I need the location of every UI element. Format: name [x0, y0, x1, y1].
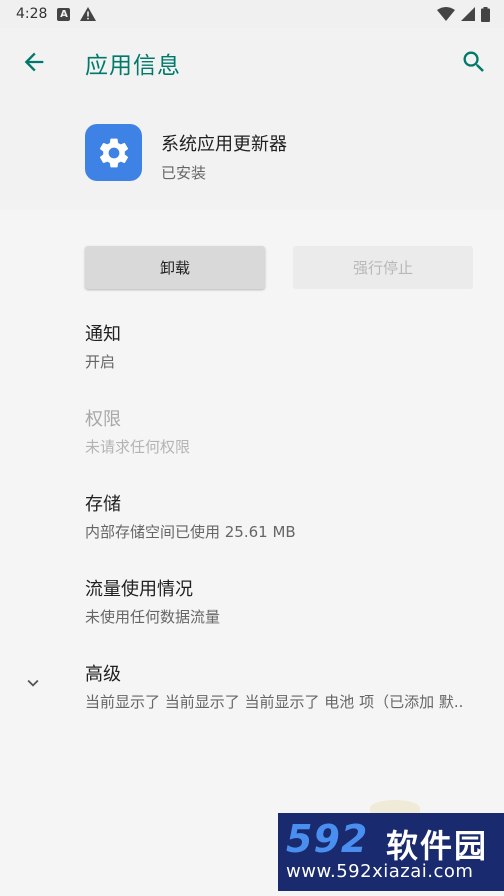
install-status: 已安装 [161, 164, 207, 182]
app-bar: 应用信息 [0, 28, 504, 96]
action-buttons: 卸载 强行停止 [85, 246, 473, 289]
search-icon[interactable] [460, 48, 488, 76]
back-arrow-icon[interactable] [20, 48, 48, 76]
pref-permissions: 权限 未请求任何权限 [85, 405, 190, 457]
warning-icon [80, 7, 97, 21]
pref-summary: 内部存储空间已使用 25.61 MB [85, 523, 296, 541]
pref-notifications[interactable]: 通知 开启 [85, 320, 121, 372]
watermark-logo: 592 软件园 www.592xiazai.com [278, 813, 504, 891]
pref-title: 存储 [85, 494, 121, 515]
wifi-icon [437, 7, 455, 21]
chevron-down-icon[interactable] [22, 672, 44, 694]
app-header-section: 应用信息 系统应用更新器 已安装 [0, 28, 504, 210]
pref-advanced[interactable]: 高级 当前显示了 当前显示了 当前显示了 电池 项（已添加 默.. [85, 660, 463, 712]
watermark-url: www.592xiazai.com [286, 861, 474, 882]
pref-data-usage[interactable]: 流量使用情况 未使用任何数据流量 [85, 575, 220, 627]
pref-title: 通知 [85, 324, 121, 345]
pref-title: 流量使用情况 [85, 579, 193, 600]
pref-summary: 未使用任何数据流量 [85, 608, 221, 626]
pref-summary: 当前显示了 当前显示了 当前显示了 电池 项（已添加 默.. [85, 693, 464, 711]
pref-title: 权限 [85, 409, 121, 430]
app-header: 系统应用更新器 已安装 [85, 124, 287, 183]
watermark-number: 592 [286, 817, 369, 861]
app-name: 系统应用更新器 [161, 134, 287, 155]
notification-a-icon: A [57, 7, 71, 21]
uninstall-button[interactable]: 卸载 [85, 246, 265, 289]
status-time: 4:28 [16, 6, 48, 22]
app-icon [85, 124, 142, 181]
pref-summary: 开启 [85, 353, 116, 371]
page-title: 应用信息 [85, 53, 181, 79]
pref-title: 高级 [85, 664, 121, 685]
battery-icon [481, 6, 490, 22]
signal-icon [461, 7, 475, 21]
gear-icon [99, 138, 128, 167]
status-bar: 4:28 A [0, 0, 504, 28]
pref-storage[interactable]: 存储 内部存储空间已使用 25.61 MB [85, 490, 296, 542]
force-stop-button[interactable]: 强行停止 [293, 246, 473, 289]
pref-summary: 未请求任何权限 [85, 438, 191, 456]
